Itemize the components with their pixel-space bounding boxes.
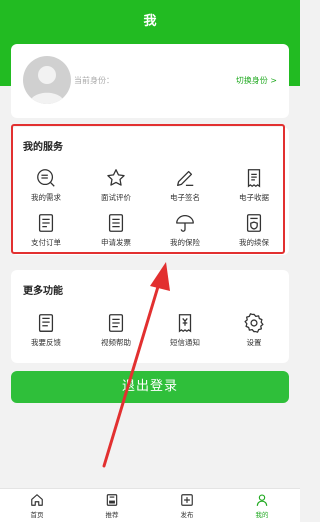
- tab-recommend[interactable]: 推荐: [82, 493, 142, 519]
- avatar-placeholder-icon: [29, 66, 65, 104]
- service-my-needs[interactable]: 我的需求: [12, 167, 80, 203]
- tab-home[interactable]: 首页: [7, 493, 67, 519]
- my-services-card: 我的服务 我的需求 面试评价 电子签名 电子收据 支付订单 申请发票 我的保险 …: [11, 127, 289, 255]
- umbrella-icon: [176, 215, 194, 232]
- service-pay-order[interactable]: 支付订单: [12, 212, 80, 248]
- service-interview-review[interactable]: 面试评价: [82, 167, 150, 203]
- my-services-title: 我的服务: [23, 142, 63, 153]
- pen-icon: [177, 170, 194, 186]
- service-e-receipt[interactable]: 电子收据: [220, 167, 288, 203]
- video-help-icon: [108, 314, 124, 332]
- renew-insurance-icon: [246, 214, 262, 232]
- receipt-icon: [247, 169, 261, 188]
- avatar[interactable]: [23, 56, 71, 104]
- service-label: 我的需求: [31, 193, 61, 202]
- logout-button[interactable]: 退出登录: [11, 371, 289, 403]
- more-functions-card: 更多功能 我要反馈 视频帮助 短信通知 设置: [11, 270, 289, 363]
- gear-icon: [244, 313, 264, 333]
- order-list-icon: [38, 214, 54, 232]
- more-label: 设置: [246, 338, 262, 347]
- invoice-icon: [108, 214, 124, 232]
- tab-label: 首页: [30, 511, 44, 519]
- tab-label: 我的: [255, 511, 269, 519]
- sms-notice-icon: [178, 314, 192, 333]
- more-video-help[interactable]: 视频帮助: [82, 312, 150, 348]
- more-functions-title: 更多功能: [23, 286, 63, 297]
- tab-mine[interactable]: 我的: [232, 493, 292, 519]
- more-label: 我要反馈: [31, 338, 61, 347]
- service-label: 我的续保: [239, 238, 269, 247]
- switch-identity-link[interactable]: 切换身份 >: [236, 75, 277, 86]
- service-apply-invoice[interactable]: 申请发票: [82, 212, 150, 248]
- user-icon: [256, 494, 268, 506]
- search-list-icon: [37, 169, 55, 187]
- more-label: 短信通知: [170, 338, 200, 347]
- recommend-icon: [106, 494, 118, 506]
- publish-icon: [181, 494, 193, 506]
- feedback-icon: [38, 314, 54, 332]
- service-label: 支付订单: [31, 238, 61, 247]
- profile-card: 当前身份： 切换身份 >: [11, 44, 289, 118]
- service-label: 我的保险: [170, 238, 200, 247]
- service-label: 电子签名: [170, 193, 200, 202]
- service-label: 申请发票: [101, 238, 131, 247]
- service-e-signature[interactable]: 电子签名: [151, 167, 219, 203]
- more-feedback[interactable]: 我要反馈: [12, 312, 80, 348]
- more-sms-notice[interactable]: 短信通知: [151, 312, 219, 348]
- service-my-renewal[interactable]: 我的续保: [220, 212, 288, 248]
- bottom-tab-bar: 首页 推荐 发布 我的: [0, 488, 300, 522]
- home-icon: [31, 494, 43, 506]
- service-label: 电子收据: [239, 193, 269, 202]
- tab-publish[interactable]: 发布: [157, 493, 217, 519]
- more-label: 视频帮助: [101, 338, 131, 347]
- current-identity-label: 当前身份：: [74, 76, 114, 85]
- service-label: 面试评价: [101, 193, 131, 202]
- more-settings[interactable]: 设置: [220, 312, 288, 348]
- star-icon: [107, 169, 125, 186]
- tab-label: 推荐: [105, 511, 119, 519]
- service-my-insurance[interactable]: 我的保险: [151, 212, 219, 248]
- tab-label: 发布: [180, 511, 194, 519]
- page-title: 我: [143, 14, 157, 29]
